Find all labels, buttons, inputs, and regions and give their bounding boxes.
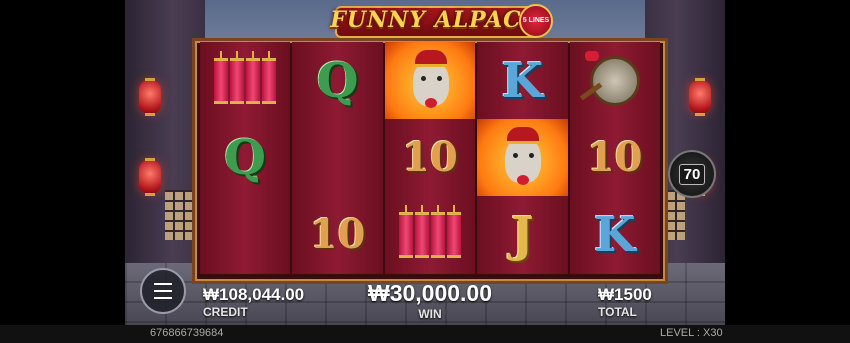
letter-symbol: Q <box>316 52 359 109</box>
firecracker-symbol <box>200 42 290 119</box>
alpaca-symbol <box>477 119 568 196</box>
letter-symbol: 10 <box>402 133 458 181</box>
lantern <box>139 78 161 116</box>
game-title: FUNNY ALPACA <box>330 7 540 33</box>
lantern <box>139 158 161 196</box>
reel-2: Q 10 <box>292 42 383 274</box>
credit-display: ₩108,044.00 CREDIT <box>203 285 304 319</box>
menu-icon <box>154 283 172 285</box>
level-indicator: LEVEL : X30 <box>660 327 723 339</box>
reel-4: KJ <box>477 42 568 274</box>
firecracker-symbol <box>385 196 475 273</box>
win-label: WIN <box>418 307 442 321</box>
win-display: ₩30,000.00 WIN <box>364 280 496 321</box>
alpaca-icon <box>384 42 476 119</box>
letter-symbol: J <box>511 206 534 263</box>
level-value: X30 <box>703 327 723 339</box>
alpaca-icon <box>477 119 568 196</box>
total-value: ₩1500 <box>598 285 652 304</box>
lines-badge: 5 LINES <box>519 4 553 38</box>
gong-icon <box>579 50 640 106</box>
letter-symbol: K <box>593 206 636 263</box>
window <box>165 190 195 240</box>
win-value: ₩30,000.00 <box>367 280 493 306</box>
reel-1: Q <box>200 42 291 274</box>
letter-symbol: Q <box>224 129 267 186</box>
reel-5: 10 K <box>569 42 660 274</box>
game-logo: FUNNY ALPACA 5 LINES <box>330 2 555 38</box>
firecracker-icon <box>214 50 277 104</box>
letter-symbol: 10 <box>309 210 366 258</box>
total-bet-display: ₩1500 TOTAL <box>598 285 652 319</box>
alpaca-symbol <box>384 42 476 119</box>
session-id: 676866739684 <box>150 327 224 339</box>
firecracker-icon <box>398 204 461 258</box>
empty-cell <box>200 196 290 273</box>
letter-symbol: K <box>501 52 544 109</box>
credit-label: CREDIT <box>203 305 248 319</box>
level-label: LEVEL : <box>660 327 700 339</box>
gong-symbol <box>570 42 660 119</box>
empty-cell <box>292 119 382 196</box>
lantern <box>689 80 711 114</box>
menu-button[interactable] <box>140 268 186 314</box>
total-label: TOTAL <box>598 305 637 319</box>
bet-lines-button[interactable]: 70 <box>668 150 716 198</box>
credit-value: ₩108,044.00 <box>203 285 305 304</box>
reels: Q Q 10 10 K J 10 K <box>200 42 660 274</box>
letter-symbol: 10 <box>586 133 643 181</box>
bet-lines-value: 70 <box>678 163 706 185</box>
reel-3: 10 <box>384 42 476 274</box>
